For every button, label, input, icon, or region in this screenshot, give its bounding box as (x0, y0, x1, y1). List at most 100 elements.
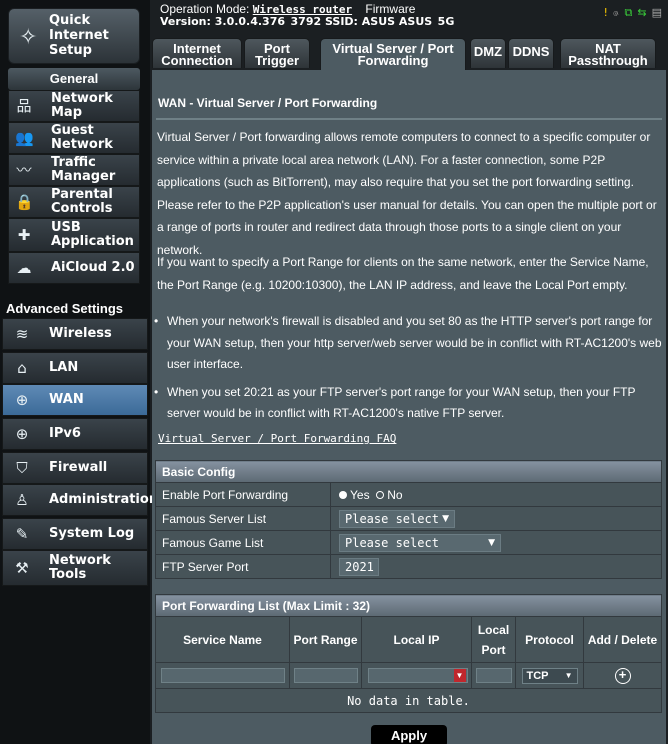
sidebar-item-system-log[interactable]: ✎ System Log (2, 518, 148, 550)
usb-status-icon[interactable]: ဇ (613, 6, 620, 22)
warning-http: When your network's firewall is disabled… (152, 311, 662, 376)
shield-icon: ⛉ (16, 459, 28, 477)
content-panel: WAN - Virtual Server / Port Forwarding V… (152, 70, 666, 744)
description-paragraph: Virtual Server / Port forwarding allows … (157, 130, 657, 257)
tab-ddns[interactable]: DDNS (508, 38, 554, 68)
warning-ftp: When you set 20:21 as your FTP server's … (152, 382, 662, 425)
sidebar-item-ipv6[interactable]: ⊕ IPv6 (2, 418, 148, 450)
cloud-icon: ☁ (16, 259, 32, 277)
printer-status-icon[interactable]: ▤ (652, 6, 662, 22)
sidebar-item-wan[interactable]: ⊕ WAN (2, 384, 148, 416)
sidebar-item-administration[interactable]: ♙ Administration (2, 484, 158, 516)
famous-server-value-cell: Please select ▼ (330, 506, 662, 531)
tab-dmz[interactable]: DMZ (470, 38, 506, 68)
famous-server-selected: Please select (345, 511, 439, 526)
apply-button[interactable]: Apply (371, 725, 447, 744)
ftp-port-input[interactable]: 2021 (339, 557, 379, 576)
basic-config-table: Basic Config Enable Port Forwarding Yes … (155, 460, 662, 579)
guest-network-icon: 👥 (15, 129, 34, 147)
sidebar-item-label: LAN (49, 360, 79, 375)
sidebar-item-parental-controls[interactable]: 🔒 Parental Controls (8, 186, 140, 218)
ftp-port-value-cell: 2021 (330, 554, 662, 579)
enable-port-forwarding-label: Enable Port Forwarding (155, 482, 331, 507)
globe-icon: ⊕ (15, 391, 29, 409)
operation-mode-line: Operation Mode: Wireless router Firmware (160, 2, 415, 17)
sidebar-item-aicloud[interactable]: ☁ AiCloud 2.0 (8, 252, 140, 284)
col-protocol: Protocol (515, 616, 584, 663)
sidebar-item-label: Traffic Manager (51, 155, 116, 184)
magic-wand-icon: ✧ (19, 25, 38, 50)
sidebar-item-wireless[interactable]: ≋ Wireless (2, 318, 148, 350)
sidebar: ✧ Quick Internet Setup General 品 Network… (0, 0, 158, 744)
sidebar-item-label: Guest Network (51, 123, 113, 152)
ipv6-globe-icon: ⊕ (15, 425, 29, 443)
title-divider (156, 118, 662, 120)
add-rule-button[interactable]: + (614, 667, 631, 684)
tab-virtual-server[interactable]: Virtual Server / Port Forwarding (320, 38, 466, 70)
notification-icon[interactable]: ! (604, 6, 608, 22)
service-name-input[interactable] (160, 668, 285, 684)
tab-nat-passthrough[interactable]: NAT Passthrough (560, 38, 656, 68)
top-status-bar: Operation Mode: Wireless router Firmware… (152, 0, 668, 40)
sidebar-item-firewall[interactable]: ⛉ Firewall (2, 452, 148, 484)
quick-internet-setup-button[interactable]: ✧ Quick Internet Setup (8, 8, 140, 64)
sidebar-item-label: USB Application (51, 220, 134, 249)
wifi-status-icon[interactable]: ⧉ (625, 6, 633, 22)
famous-server-select[interactable]: Please select ▼ (339, 509, 455, 528)
radio-yes[interactable] (339, 491, 347, 500)
internet-status-icon[interactable]: ⇆ (637, 6, 646, 22)
sidebar-item-usb-application[interactable]: ✚ USB Application (8, 218, 140, 252)
status-icons: ! ဇ ⧉ ⇆ ▤ (604, 6, 662, 22)
sidebar-item-label: Network Tools (49, 553, 111, 582)
port-range-cell (289, 662, 362, 689)
sidebar-item-network-tools[interactable]: ⚒ Network Tools (2, 550, 148, 586)
sidebar-item-lan[interactable]: ⌂ LAN (2, 352, 148, 384)
famous-game-select[interactable]: Please select ▼ (339, 533, 501, 552)
sidebar-item-label: System Log (49, 526, 135, 541)
protocol-select[interactable]: TCP ▼ (521, 667, 578, 684)
firmware-label: Firmware (365, 2, 416, 16)
sidebar-item-guest-network[interactable]: 👥 Guest Network (8, 122, 140, 154)
wifi-icon: ≋ (15, 325, 29, 343)
sidebar-item-label: Administration (49, 492, 159, 507)
famous-server-label: Famous Server List (155, 506, 331, 531)
sidebar-item-label: IPv6 (49, 426, 81, 441)
edit-log-icon: ✎ (15, 525, 29, 543)
operation-mode-link[interactable]: Wireless router (253, 3, 352, 16)
page-title: WAN - Virtual Server / Port Forwarding (158, 96, 378, 110)
local-ip-input[interactable] (367, 668, 468, 684)
tab-port-trigger[interactable]: Port Trigger (244, 38, 310, 68)
client-list-dropdown-icon[interactable]: ▼ (453, 669, 466, 683)
enable-port-forwarding-value: Yes No (330, 482, 662, 507)
sidebar-item-label: Parental Controls (51, 187, 113, 216)
tab-internet-connection[interactable]: Internet Connection (152, 38, 242, 68)
tools-icon: ⚒ (15, 559, 29, 577)
protocol-selected: TCP (526, 669, 549, 682)
radio-yes-label: Yes (350, 487, 370, 502)
faq-link[interactable]: Virtual Server / Port Forwarding FAQ (158, 432, 396, 445)
local-port-cell (471, 662, 516, 689)
advanced-settings-header: Advanced Settings (6, 301, 124, 316)
col-add-delete: Add / Delete (583, 616, 662, 663)
sidebar-item-network-map[interactable]: 品 Network Map (8, 90, 140, 122)
famous-game-label: Famous Game List (155, 530, 331, 555)
sidebar-item-traffic-manager[interactable]: 〰 Traffic Manager (8, 154, 140, 186)
local-port-input[interactable] (475, 668, 512, 684)
port-range-paragraph: If you want to specify a Port Range for … (157, 255, 649, 292)
empty-table-message: No data in table. (155, 688, 662, 713)
radio-no[interactable] (376, 491, 385, 500)
pf-list-header: Port Forwarding List (Max Limit : 32) (155, 594, 662, 617)
port-range-input[interactable] (293, 668, 358, 684)
version-ssid-line: Version: 3.0.0.4.376_3792 SSID: ASUS ASU… (160, 16, 455, 26)
col-port-range: Port Range (289, 616, 362, 663)
warning-list: When your network's firewall is disabled… (152, 311, 662, 431)
famous-game-value-cell: Please select ▼ (330, 530, 662, 555)
local-ip-cell: ▼ (361, 662, 472, 689)
port-forwarding-list-table: Port Forwarding List (Max Limit : 32) Se… (155, 594, 662, 713)
chevron-down-icon: ▼ (488, 537, 495, 548)
sidebar-item-label: WAN (49, 392, 84, 407)
col-local-ip: Local IP (361, 616, 472, 663)
sidebar-item-label: Network Map (51, 91, 113, 120)
quick-setup-label: Quick Internet Setup (49, 13, 109, 58)
service-name-cell (155, 662, 290, 689)
